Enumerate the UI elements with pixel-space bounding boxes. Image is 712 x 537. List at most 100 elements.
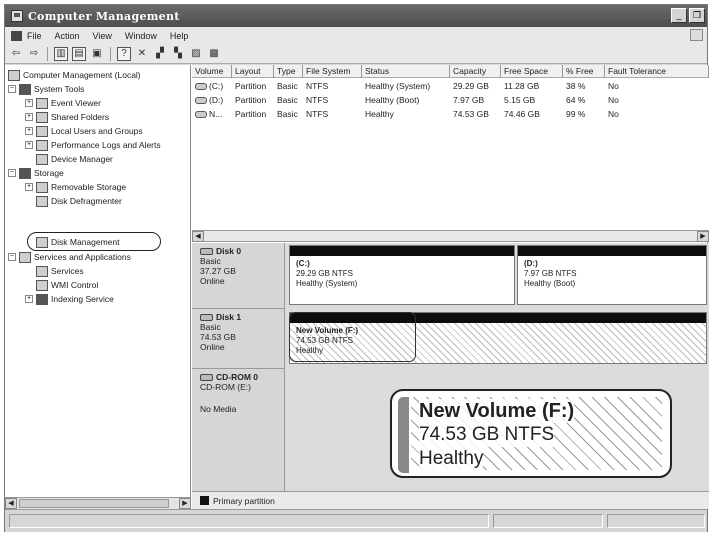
tree-item-local-users[interactable]: + Local Users and Groups xyxy=(25,124,143,138)
connect-drive-icon[interactable]: ▞ xyxy=(153,47,167,61)
volume-list-horizontal-scrollbar[interactable]: ◀ ▶ xyxy=(192,230,709,242)
volume-row[interactable]: (C:) Partition Basic NTFS Healthy (Syste… xyxy=(192,79,709,93)
mdi-restore-button[interactable] xyxy=(690,29,703,41)
partition-size: 7.97 GB NTFS xyxy=(524,269,577,278)
refresh-icon[interactable]: ▩ xyxy=(207,47,221,61)
partition-size: 29.29 GB NTFS xyxy=(296,269,353,278)
disk-0-label[interactable]: Disk 0 Basic 37.27 GB Online xyxy=(192,243,285,309)
tree-horizontal-scrollbar[interactable]: ◀ ▶ xyxy=(5,497,191,509)
volume-row[interactable]: N... Partition Basic NTFS Healthy 74.53 … xyxy=(192,107,709,121)
tree-item-indexing-service[interactable]: + Indexing Service xyxy=(25,292,114,306)
expand-icon[interactable]: + xyxy=(25,295,33,303)
tree-label: Indexing Service xyxy=(51,294,114,304)
expand-icon[interactable]: + xyxy=(25,141,33,149)
expand-icon[interactable]: + xyxy=(25,183,33,191)
column-header[interactable]: Volume xyxy=(192,65,232,78)
expand-icon[interactable]: + xyxy=(25,113,33,121)
partition-d[interactable]: (D:) 7.97 GB NTFS Healthy (Boot) xyxy=(517,245,707,305)
expand-icon[interactable]: + xyxy=(25,127,33,135)
tree-item-removable-storage[interactable]: + Removable Storage xyxy=(25,180,126,194)
console-tree: Computer Management (Local) − System Too… xyxy=(5,65,191,509)
partition-status: Healthy (System) xyxy=(296,279,358,288)
menu-view[interactable]: View xyxy=(93,31,112,41)
back-icon[interactable]: ⇦ xyxy=(9,47,23,61)
tree-item-shared-folders[interactable]: + Shared Folders xyxy=(25,110,109,124)
tree-label: WMI Control xyxy=(51,280,99,290)
tree-item-root[interactable]: Computer Management (Local) xyxy=(8,68,141,82)
help-icon[interactable]: ? xyxy=(117,46,131,61)
cdrom-0-label[interactable]: CD-ROM 0 CD-ROM (E:) No Media xyxy=(192,369,285,491)
properties-icon[interactable]: ▣ xyxy=(90,47,104,61)
open-icon[interactable]: ▚ xyxy=(171,47,185,61)
column-header[interactable]: Layout xyxy=(232,65,274,78)
disk-status: Online xyxy=(200,342,225,352)
restore-button[interactable]: ❐ xyxy=(689,8,705,23)
fault-tolerance-cell: No xyxy=(608,95,619,105)
tree-item-event-viewer[interactable]: + Event Viewer xyxy=(25,96,101,110)
tree-item-performance-logs[interactable]: + Performance Logs and Alerts xyxy=(25,138,161,152)
tree-item-disk-defragmenter[interactable]: Disk Defragmenter xyxy=(36,194,122,208)
partition-name: (C:) xyxy=(296,259,310,268)
scroll-right-icon[interactable]: ▶ xyxy=(179,498,191,509)
tree-item-system-tools[interactable]: − System Tools xyxy=(8,82,84,96)
column-header[interactable]: Fault Tolerance xyxy=(605,65,709,78)
column-header[interactable]: Status xyxy=(362,65,450,78)
scroll-left-icon[interactable]: ◀ xyxy=(192,231,204,242)
tree-label: Computer Management (Local) xyxy=(23,70,141,80)
type-cell: Basic xyxy=(277,109,298,119)
menu-action[interactable]: Action xyxy=(55,31,80,41)
legend-bar: Primary partition xyxy=(192,491,709,509)
percent-free-cell: 64 % xyxy=(566,95,586,105)
show-hide-tree-icon[interactable]: ▥ xyxy=(54,46,68,61)
type-cell: Basic xyxy=(277,95,298,105)
collapse-icon[interactable]: − xyxy=(8,85,16,93)
column-header[interactable]: Capacity xyxy=(450,65,501,78)
services-applications-icon xyxy=(19,251,31,263)
minimize-button[interactable]: _ xyxy=(671,8,687,23)
fault-tolerance-cell: No xyxy=(608,81,619,91)
menu-window[interactable]: Window xyxy=(125,31,157,41)
tree-item-services-applications[interactable]: − Services and Applications xyxy=(8,250,131,264)
window-title: Computer Management xyxy=(28,9,180,23)
partition-c[interactable]: (C:) 29.29 GB NTFS Healthy (System) xyxy=(289,245,515,305)
services-icon xyxy=(36,265,48,277)
disk-1-label[interactable]: Disk 1 Basic 74.53 GB Online xyxy=(192,309,285,369)
expand-icon[interactable]: + xyxy=(25,99,33,107)
scroll-left-icon[interactable]: ◀ xyxy=(5,498,17,509)
tree-item-wmi-control[interactable]: WMI Control xyxy=(36,278,98,292)
tree-item-services[interactable]: Services xyxy=(36,264,84,278)
up-icon[interactable]: ▤ xyxy=(72,46,86,61)
tree-item-device-manager[interactable]: Device Manager xyxy=(36,152,113,166)
disk-name: Disk 1 xyxy=(216,312,242,322)
forward-icon[interactable]: ⇨ xyxy=(27,47,41,61)
disk-management-highlight xyxy=(27,232,161,251)
menu-file[interactable]: File xyxy=(27,31,42,41)
capacity-cell: 7.97 GB xyxy=(453,95,485,105)
removable-storage-icon xyxy=(36,181,48,193)
column-header[interactable]: Type xyxy=(274,65,303,78)
tree-label: Shared Folders xyxy=(51,112,110,122)
delete-icon[interactable]: ✕ xyxy=(135,47,149,61)
scroll-right-icon[interactable]: ▶ xyxy=(697,231,709,242)
primary-partition-bar xyxy=(290,246,514,256)
tree-label: Event Viewer xyxy=(51,98,101,108)
column-header[interactable]: File System xyxy=(303,65,362,78)
layout-cell: Partition xyxy=(235,109,267,119)
scroll-thumb[interactable] xyxy=(19,499,169,508)
tree-label: Services and Applications xyxy=(34,252,131,262)
volume-row[interactable]: (D:) Partition Basic NTFS Healthy (Boot)… xyxy=(192,93,709,107)
volume-list: Volume Layout Type File System Status Ca… xyxy=(192,65,709,230)
column-header[interactable]: % Free xyxy=(563,65,605,78)
layout-cell: Partition xyxy=(235,95,267,105)
search-icon[interactable]: ▨ xyxy=(189,47,203,61)
main-content: Computer Management (Local) − System Too… xyxy=(5,65,709,509)
collapse-icon[interactable]: − xyxy=(8,169,16,177)
event-viewer-icon xyxy=(36,97,48,109)
file-system-cell: NTFS xyxy=(306,109,329,119)
collapse-icon[interactable]: − xyxy=(8,253,16,261)
users-icon xyxy=(36,125,48,137)
menu-help[interactable]: Help xyxy=(170,31,189,41)
tree-item-storage[interactable]: − Storage xyxy=(8,166,64,180)
volume-list-header: Volume Layout Type File System Status Ca… xyxy=(192,65,709,78)
column-header[interactable]: Free Space xyxy=(501,65,563,78)
